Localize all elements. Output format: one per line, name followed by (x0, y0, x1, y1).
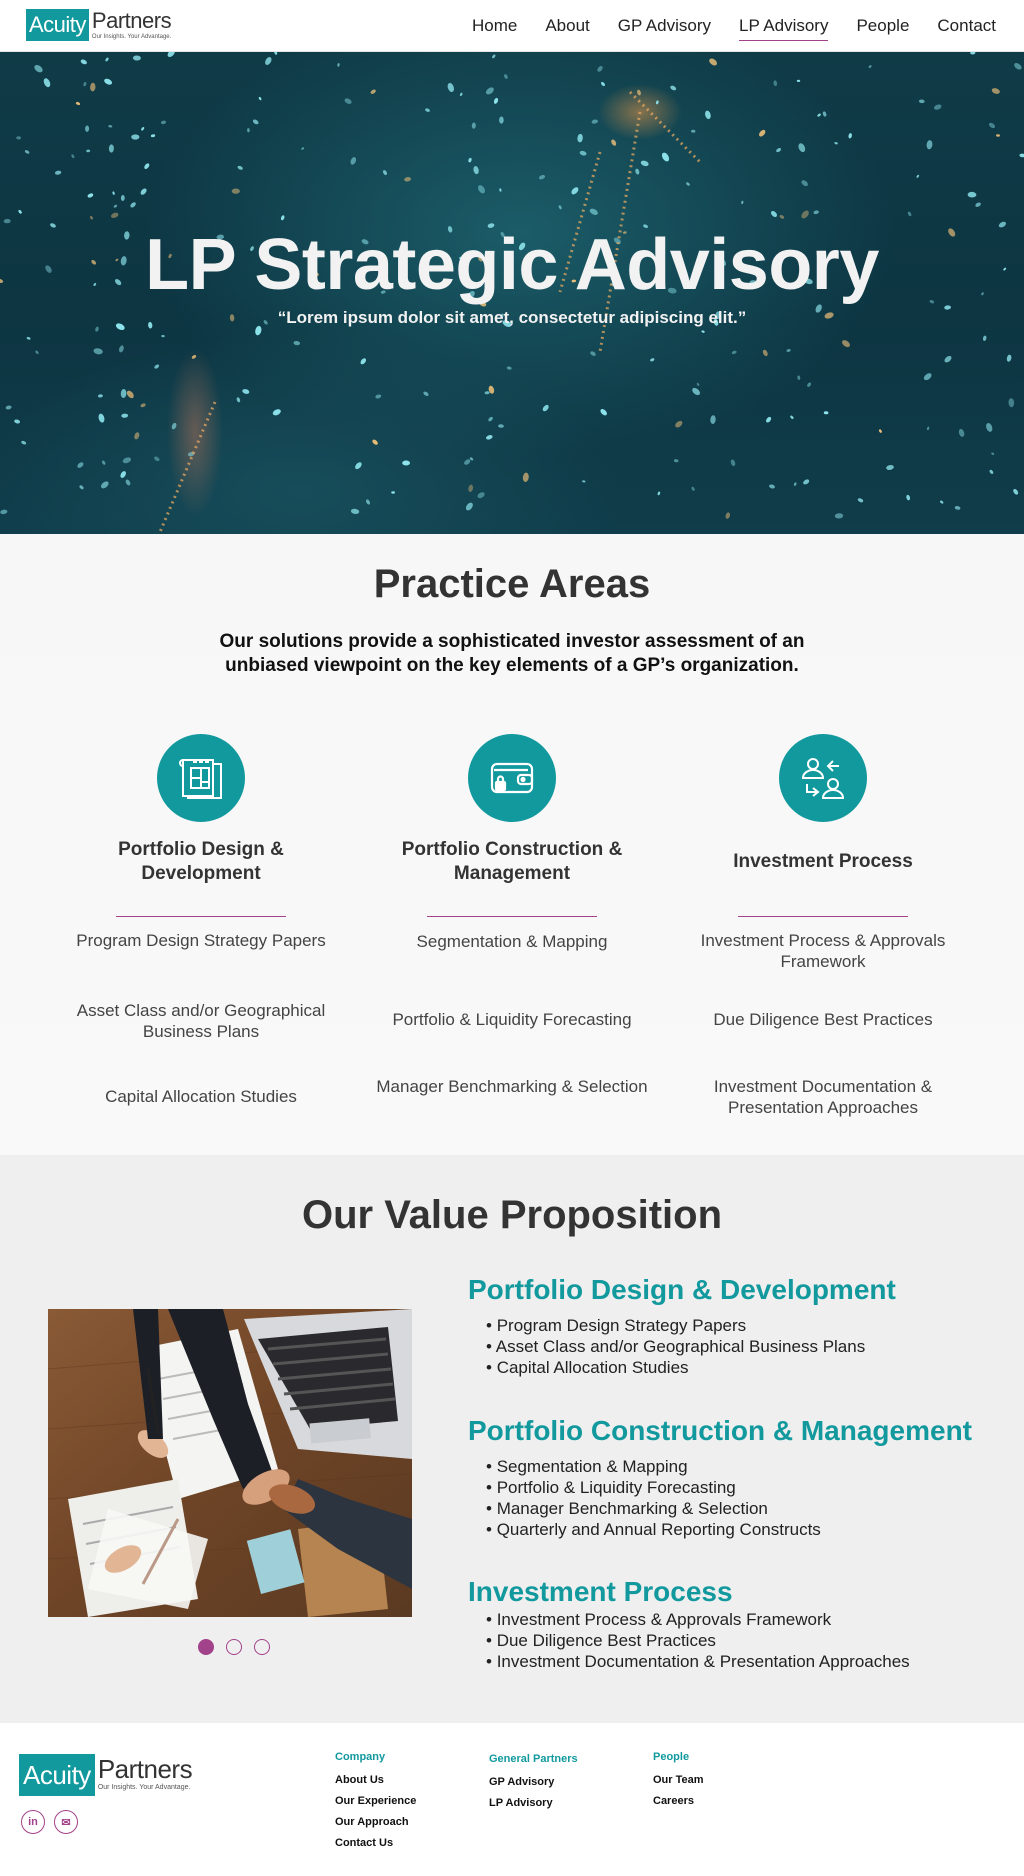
carousel-dot-3[interactable] (254, 1639, 270, 1655)
nav-about[interactable]: About (545, 12, 589, 40)
nav-people[interactable]: People (856, 12, 909, 40)
main-nav: Home About GP Advisory LP Advisory Peopl… (444, 0, 996, 52)
handshake-photo (48, 1309, 412, 1617)
value-item: Asset Class and/or Geographical Business… (486, 1336, 1008, 1357)
hero-banner: LP Strategic Advisory “Lorem ipsum dolor… (0, 52, 1024, 534)
divider (427, 916, 597, 917)
nav-lp-advisory[interactable]: LP Advisory (739, 12, 829, 41)
value-item: Program Design Strategy Papers (486, 1315, 1008, 1336)
value-group-list: Investment Process & Approvals Framework… (486, 1609, 1008, 1672)
practice-item: Investment Documentation & Presentation … (713, 1077, 933, 1117)
practice-column: Portfolio Construction & Management Segm… (367, 734, 657, 1096)
hero-subtitle: “Lorem ipsum dolor sit amet, consectetur… (277, 308, 747, 327)
linkedin-icon[interactable]: in (21, 1810, 45, 1834)
practice-item: Investment Process & Approvals Framework (700, 931, 946, 971)
practice-item: Asset Class and/or Geographical Business… (76, 1001, 326, 1041)
practice-column-title: Investment Process (733, 851, 913, 872)
nav-gp-advisory[interactable]: GP Advisory (618, 12, 711, 40)
nav-home[interactable]: Home (472, 12, 517, 40)
practice-column: Investment Process Investment Process & … (678, 734, 968, 1117)
value-group-title: Investment Process (468, 1576, 733, 1607)
footer-column-company: Company About Us Our Experience Our Appr… (335, 1751, 416, 1858)
hero-title: LP Strategic Advisory (145, 225, 879, 305)
value-item: Portfolio & Liquidity Forecasting (486, 1477, 1008, 1498)
people-exchange-icon (779, 734, 867, 822)
value-group-title: Portfolio Construction & Management (468, 1415, 972, 1446)
social-links: in ✉ (21, 1810, 87, 1834)
practice-areas-title: Practice Areas (373, 562, 651, 606)
value-group-list: Segmentation & Mapping Portfolio & Liqui… (486, 1456, 1008, 1540)
logo-box: Acuity (19, 1754, 95, 1796)
footer-heading: General Partners (489, 1753, 578, 1765)
footer-column-people: People Our Team Careers (653, 1751, 704, 1816)
value-group: Portfolio Design & Development Program D… (468, 1273, 1008, 1378)
value-proposition-title: Our Value Proposition (301, 1193, 723, 1237)
footer-link-our-experience[interactable]: Our Experience (335, 1795, 416, 1807)
blueprint-icon (157, 734, 245, 822)
practice-column: Portfolio Design & Development Program D… (56, 734, 346, 1106)
value-item: Manager Benchmarking & Selection (486, 1498, 1008, 1519)
practice-item: Capital Allocation Studies (105, 1087, 297, 1106)
logo-word: Partners (91, 8, 172, 33)
practice-areas-section: Practice Areas Our solutions provide a s… (0, 534, 1024, 1155)
wallet-icon (468, 734, 556, 822)
practice-intro: Our solutions provide a sophisticated in… (219, 631, 805, 676)
practice-item: Manager Benchmarking & Selection (376, 1077, 648, 1096)
value-item: Investment Process & Approvals Framework (486, 1609, 1008, 1630)
footer-column-general-partners: General Partners GP Advisory LP Advisory (489, 1753, 578, 1818)
footer-link-lp-advisory[interactable]: LP Advisory (489, 1797, 578, 1809)
footer-heading: Company (335, 1751, 386, 1763)
value-group-title: Portfolio Design & Development (468, 1274, 896, 1305)
value-item: Investment Documentation & Presentation … (486, 1651, 1008, 1672)
footer-link-about-us[interactable]: About Us (335, 1774, 416, 1786)
divider (738, 916, 908, 917)
practice-item: Program Design Strategy Papers (76, 931, 326, 950)
logo-word: Partners (97, 1754, 193, 1784)
value-group: Portfolio Construction & Management Segm… (468, 1414, 1008, 1540)
value-item: Capital Allocation Studies (486, 1357, 1008, 1378)
practice-column-title: Portfolio Construction & Management (401, 839, 623, 884)
footer-link-careers[interactable]: Careers (653, 1795, 704, 1807)
logo-tagline: Our Insights. Your Advantage. (91, 34, 172, 40)
practice-item: Segmentation & Mapping (416, 932, 608, 951)
footer-link-our-approach[interactable]: Our Approach (335, 1816, 416, 1828)
practice-item: Portfolio & Liquidity Forecasting (392, 1010, 632, 1029)
carousel-dot-2[interactable] (226, 1639, 242, 1655)
brand-logo[interactable]: Acuity Partners Our Insights. Your Advan… (26, 8, 172, 41)
footer-link-our-team[interactable]: Our Team (653, 1774, 704, 1786)
value-proposition-section: Our Value Proposition Portfolio Design &… (0, 1155, 1024, 1723)
value-item: Segmentation & Mapping (486, 1456, 1008, 1477)
nav-contact[interactable]: Contact (937, 12, 996, 40)
value-group: Investment Process Investment Process & … (468, 1575, 1008, 1672)
footer-logo[interactable]: Acuity Partners Our Insights. Your Advan… (19, 1754, 193, 1796)
value-item: Quarterly and Annual Reporting Construct… (486, 1519, 1008, 1540)
footer-link-gp-advisory[interactable]: GP Advisory (489, 1776, 578, 1788)
logo-tagline: Our Insights. Your Advantage. (97, 1784, 191, 1791)
value-item: Due Diligence Best Practices (486, 1630, 1008, 1651)
practice-item: Due Diligence Best Practices (713, 1010, 933, 1029)
site-footer: Acuity Partners Our Insights. Your Advan… (0, 1723, 1024, 1876)
logo-box: Acuity (26, 9, 89, 41)
divider (116, 916, 286, 917)
carousel-dot-1[interactable] (198, 1639, 214, 1655)
footer-heading: People (653, 1751, 690, 1763)
site-header: Acuity Partners Our Insights. Your Advan… (0, 0, 1024, 52)
email-icon[interactable]: ✉ (54, 1810, 78, 1834)
value-group-list: Program Design Strategy Papers Asset Cla… (486, 1315, 1008, 1378)
practice-column-title: Portfolio Design & Development (118, 839, 284, 884)
carousel-dots (198, 1639, 282, 1655)
footer-link-contact-us[interactable]: Contact Us (335, 1837, 416, 1849)
